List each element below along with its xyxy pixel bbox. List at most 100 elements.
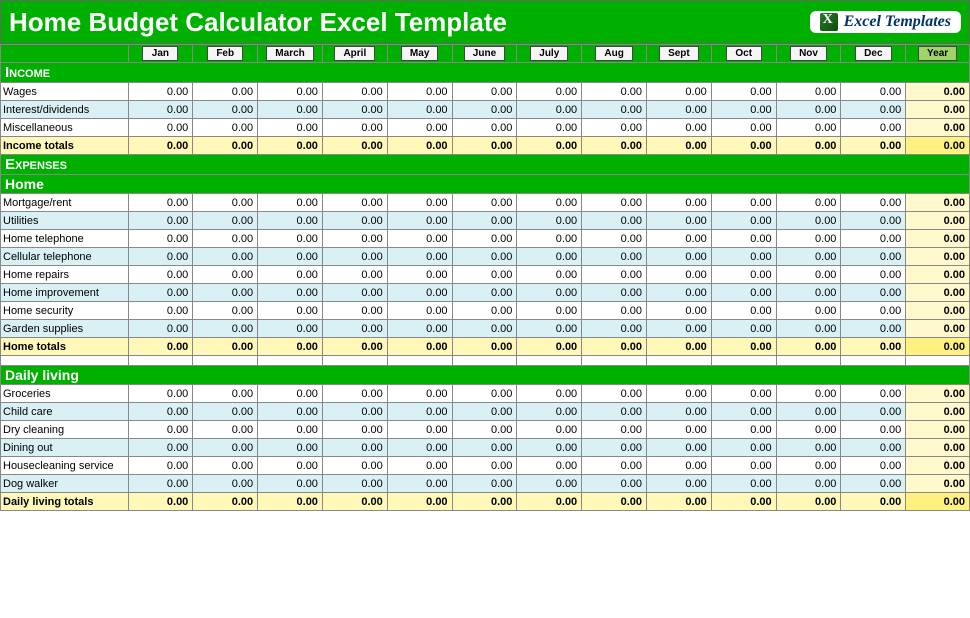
- cell[interactable]: 0.00: [582, 320, 647, 338]
- cell[interactable]: 0.00: [258, 248, 323, 266]
- month-button[interactable]: Feb: [207, 46, 243, 61]
- cell[interactable]: 0.00: [711, 230, 776, 248]
- cell[interactable]: 0.00: [582, 475, 647, 493]
- cell[interactable]: 0.00: [582, 248, 647, 266]
- cell[interactable]: 0.00: [647, 266, 712, 284]
- cell[interactable]: 0.00: [711, 284, 776, 302]
- cell[interactable]: 0.00: [193, 101, 258, 119]
- cell[interactable]: 0.00: [128, 194, 193, 212]
- cell[interactable]: 0.00: [387, 320, 452, 338]
- cell[interactable]: 0.00: [322, 475, 387, 493]
- cell[interactable]: 0.00: [841, 302, 906, 320]
- cell[interactable]: 0.00: [258, 320, 323, 338]
- cell[interactable]: 0.00: [128, 119, 193, 137]
- cell[interactable]: 0.00: [517, 194, 582, 212]
- cell[interactable]: 0.00: [582, 403, 647, 421]
- cell[interactable]: 0.00: [582, 457, 647, 475]
- cell[interactable]: 0.00: [452, 119, 517, 137]
- cell[interactable]: 0.00: [258, 194, 323, 212]
- cell[interactable]: 0.00: [193, 320, 258, 338]
- cell[interactable]: 0.00: [258, 421, 323, 439]
- cell[interactable]: 0.00: [193, 212, 258, 230]
- cell[interactable]: 0.00: [128, 385, 193, 403]
- cell[interactable]: 0.00: [647, 119, 712, 137]
- cell[interactable]: 0.00: [711, 421, 776, 439]
- cell[interactable]: 0.00: [452, 385, 517, 403]
- cell[interactable]: 0.00: [647, 302, 712, 320]
- cell[interactable]: 0.00: [517, 230, 582, 248]
- cell[interactable]: 0.00: [387, 101, 452, 119]
- cell[interactable]: 0.00: [128, 475, 193, 493]
- cell[interactable]: 0.00: [517, 248, 582, 266]
- cell[interactable]: 0.00: [517, 212, 582, 230]
- cell[interactable]: 0.00: [776, 385, 841, 403]
- cell[interactable]: 0.00: [517, 101, 582, 119]
- cell[interactable]: 0.00: [322, 403, 387, 421]
- cell[interactable]: 0.00: [258, 475, 323, 493]
- cell[interactable]: 0.00: [452, 302, 517, 320]
- cell[interactable]: 0.00: [776, 439, 841, 457]
- month-button[interactable]: April: [334, 46, 375, 61]
- cell[interactable]: 0.00: [258, 119, 323, 137]
- cell[interactable]: 0.00: [258, 212, 323, 230]
- cell[interactable]: 0.00: [258, 439, 323, 457]
- cell[interactable]: 0.00: [193, 457, 258, 475]
- cell[interactable]: 0.00: [322, 284, 387, 302]
- cell[interactable]: 0.00: [841, 439, 906, 457]
- cell[interactable]: 0.00: [841, 83, 906, 101]
- cell[interactable]: 0.00: [647, 101, 712, 119]
- cell[interactable]: 0.00: [711, 212, 776, 230]
- cell[interactable]: 0.00: [387, 385, 452, 403]
- cell[interactable]: 0.00: [128, 248, 193, 266]
- cell[interactable]: 0.00: [193, 475, 258, 493]
- year-button[interactable]: Year: [918, 46, 957, 61]
- cell[interactable]: 0.00: [128, 439, 193, 457]
- cell[interactable]: 0.00: [322, 320, 387, 338]
- cell[interactable]: 0.00: [258, 302, 323, 320]
- cell[interactable]: 0.00: [128, 83, 193, 101]
- cell[interactable]: 0.00: [711, 403, 776, 421]
- cell[interactable]: 0.00: [647, 194, 712, 212]
- cell[interactable]: 0.00: [841, 266, 906, 284]
- cell[interactable]: 0.00: [193, 194, 258, 212]
- month-button[interactable]: Sept: [659, 46, 699, 61]
- month-button[interactable]: March: [266, 46, 313, 61]
- cell[interactable]: 0.00: [193, 284, 258, 302]
- cell[interactable]: 0.00: [322, 248, 387, 266]
- cell[interactable]: 0.00: [841, 320, 906, 338]
- month-button[interactable]: Nov: [790, 46, 827, 61]
- cell[interactable]: 0.00: [776, 266, 841, 284]
- cell[interactable]: 0.00: [776, 212, 841, 230]
- cell[interactable]: 0.00: [387, 83, 452, 101]
- cell[interactable]: 0.00: [128, 403, 193, 421]
- month-button[interactable]: Oct: [726, 46, 762, 61]
- cell[interactable]: 0.00: [452, 320, 517, 338]
- cell[interactable]: 0.00: [452, 457, 517, 475]
- cell[interactable]: 0.00: [841, 457, 906, 475]
- cell[interactable]: 0.00: [193, 439, 258, 457]
- cell[interactable]: 0.00: [582, 302, 647, 320]
- cell[interactable]: 0.00: [582, 212, 647, 230]
- cell[interactable]: 0.00: [452, 284, 517, 302]
- cell[interactable]: 0.00: [322, 457, 387, 475]
- cell[interactable]: 0.00: [841, 248, 906, 266]
- cell[interactable]: 0.00: [387, 457, 452, 475]
- cell[interactable]: 0.00: [582, 421, 647, 439]
- cell[interactable]: 0.00: [841, 385, 906, 403]
- cell[interactable]: 0.00: [452, 403, 517, 421]
- cell[interactable]: 0.00: [517, 457, 582, 475]
- cell[interactable]: 0.00: [711, 439, 776, 457]
- cell[interactable]: 0.00: [711, 83, 776, 101]
- cell[interactable]: 0.00: [322, 421, 387, 439]
- cell[interactable]: 0.00: [387, 266, 452, 284]
- cell[interactable]: 0.00: [387, 421, 452, 439]
- cell[interactable]: 0.00: [582, 439, 647, 457]
- cell[interactable]: 0.00: [517, 119, 582, 137]
- cell[interactable]: 0.00: [776, 119, 841, 137]
- cell[interactable]: 0.00: [193, 119, 258, 137]
- month-button[interactable]: Dec: [855, 46, 891, 61]
- cell[interactable]: 0.00: [258, 284, 323, 302]
- cell[interactable]: 0.00: [776, 248, 841, 266]
- cell[interactable]: 0.00: [647, 83, 712, 101]
- cell[interactable]: 0.00: [258, 403, 323, 421]
